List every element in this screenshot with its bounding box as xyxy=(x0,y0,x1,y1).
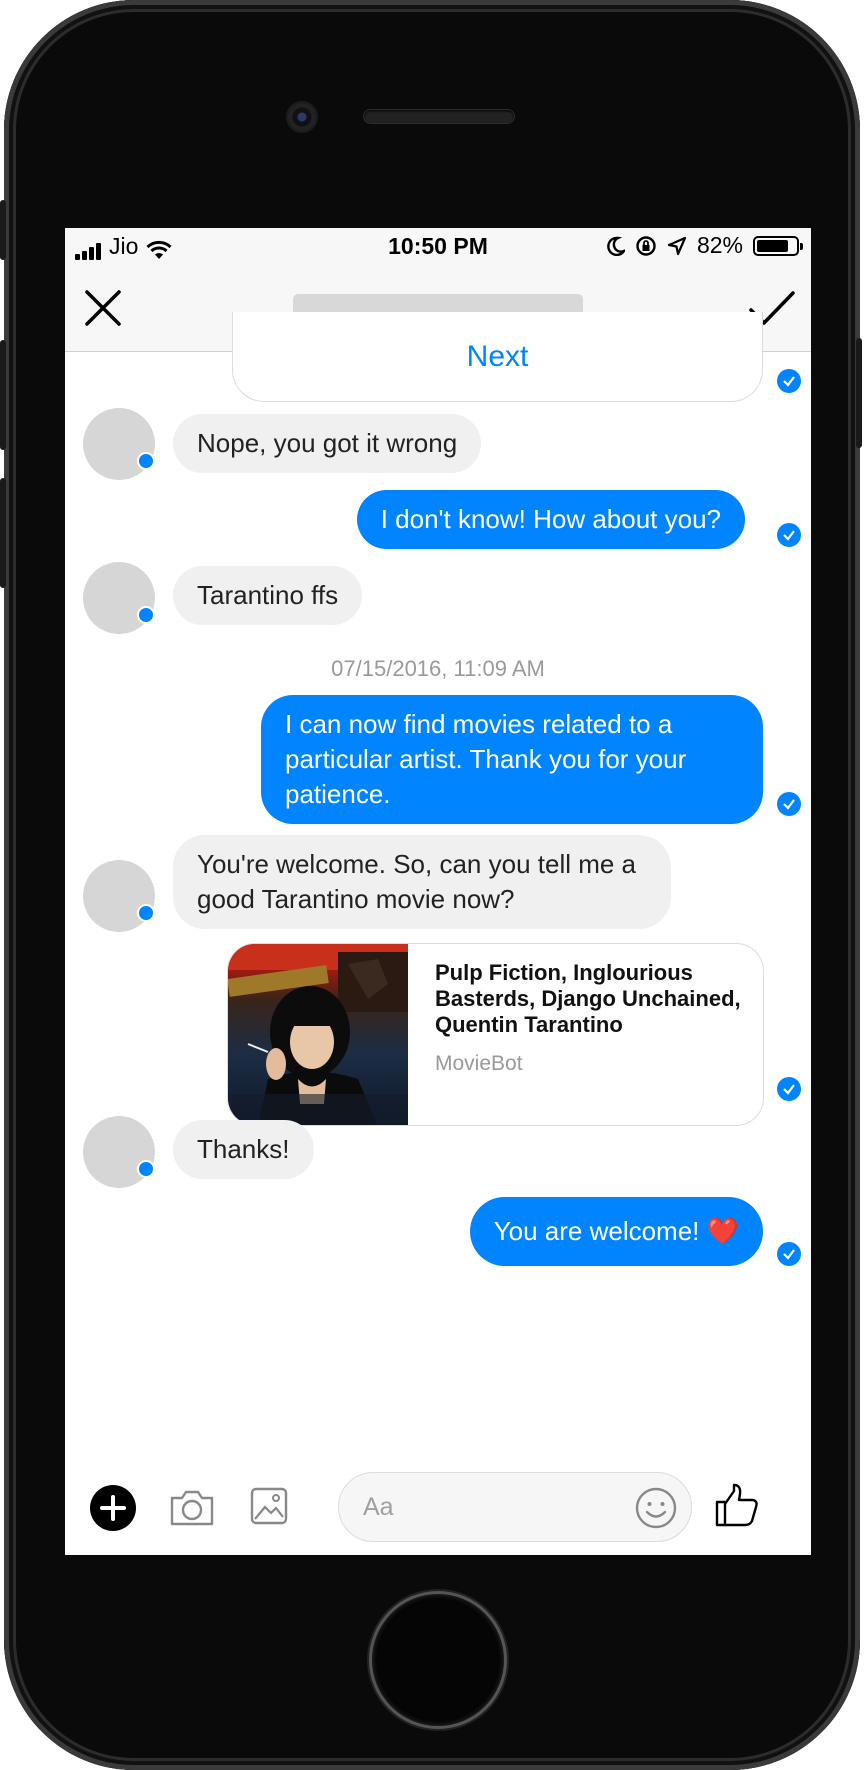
movie-card-source: MovieBot xyxy=(435,1052,523,1075)
message-incoming[interactable]: Tarantino ffs xyxy=(173,566,363,625)
phone-frame: Jio 10:50 PM 82% Next Nope, you got it w… xyxy=(0,0,862,1770)
avatar-badge xyxy=(137,606,155,624)
volume-down-button xyxy=(0,478,6,588)
message-input-wrapper xyxy=(338,1472,692,1542)
message-outgoing[interactable]: I can now find movies related to a parti… xyxy=(261,695,763,824)
message-outgoing[interactable]: I don't know! How about you? xyxy=(356,490,745,549)
camera-icon[interactable] xyxy=(168,1488,216,1528)
timestamp: 07/15/2016, 11:09 AM xyxy=(331,656,545,681)
message-incoming[interactable]: Nope, you got it wrong xyxy=(173,414,482,473)
avatar-badge xyxy=(137,1160,155,1178)
emoji-icon[interactable] xyxy=(635,1487,677,1529)
location-icon xyxy=(667,236,687,255)
message-input[interactable] xyxy=(363,1487,613,1527)
movie-poster-image xyxy=(228,944,408,1125)
movie-card-title: Pulp Fiction, Inglourious Basterds, Djan… xyxy=(435,960,741,1037)
earpiece-speaker xyxy=(364,110,514,123)
volume-up-button xyxy=(0,340,6,450)
battery-percent: 82% xyxy=(696,232,743,258)
screen: Jio 10:50 PM 82% Next Nope, you got it w… xyxy=(65,228,811,1555)
avatar-badge xyxy=(137,904,155,922)
image-icon[interactable] xyxy=(249,1486,289,1526)
movie-card[interactable]: Pulp Fiction, Inglourious Basterds, Djan… xyxy=(227,943,764,1126)
status-bar: Jio 10:50 PM 82% xyxy=(65,228,811,268)
home-button[interactable] xyxy=(372,1594,504,1726)
avatar-badge xyxy=(137,452,155,470)
read-receipt-icon xyxy=(777,1077,801,1101)
front-camera xyxy=(288,103,316,131)
read-receipt-icon xyxy=(777,369,801,393)
thumbs-up-icon[interactable] xyxy=(714,1482,760,1528)
battery-icon xyxy=(753,235,803,256)
rotation-lock-icon xyxy=(636,235,656,256)
moon-icon xyxy=(607,236,625,256)
mute-switch xyxy=(0,200,6,260)
power-button xyxy=(856,338,862,448)
read-receipt-icon xyxy=(777,792,801,816)
close-icon[interactable] xyxy=(81,286,125,330)
message-incoming[interactable]: You're welcome. So, can you tell me a go… xyxy=(173,835,671,929)
read-receipt-icon xyxy=(777,523,801,547)
read-receipt-icon xyxy=(777,1242,801,1266)
message-incoming[interactable]: Thanks! xyxy=(173,1120,314,1179)
plus-icon[interactable] xyxy=(90,1485,136,1531)
composer-bar xyxy=(65,1458,811,1555)
message-outgoing[interactable]: You are welcome! ❤️ xyxy=(469,1197,763,1266)
next-button[interactable]: Next xyxy=(232,312,763,402)
